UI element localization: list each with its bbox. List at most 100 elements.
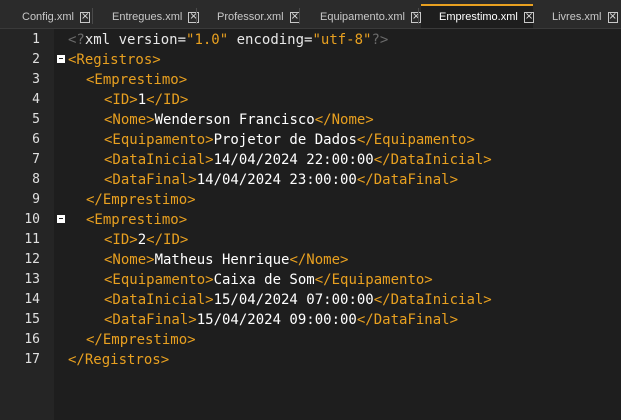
token-tag-open: <DataFinal> <box>104 312 197 328</box>
line-number: 4 <box>32 92 40 107</box>
token-tag-close: </Nome> <box>314 112 374 128</box>
tab-livres[interactable]: Livres.xml × <box>546 6 621 28</box>
token-tag-close: </DataInicial> <box>373 292 492 308</box>
line-number-gutter: 1 2 3 4 5 6 7 8 9 10 11 12 13 14 15 16 1… <box>0 29 54 420</box>
token-tag-open: <ID> <box>104 92 138 108</box>
fold-collapse-icon[interactable] <box>57 55 65 63</box>
token-string: "1.0" <box>186 32 229 48</box>
token-tag: </Emprestimo> <box>86 192 196 208</box>
token-tag-open: <DataInicial> <box>104 292 214 308</box>
line-number: 17 <box>24 352 40 367</box>
line-number: 11 <box>24 232 40 247</box>
line-number: 2 <box>32 52 40 67</box>
code-line: <Emprestimo> <box>86 70 187 90</box>
code-line: <DataFinal>14/04/2024 23:00:00</DataFina… <box>104 170 458 190</box>
token-text: 1 <box>137 92 147 108</box>
token-tag-close: </DataFinal> <box>356 172 459 188</box>
code-line: <Nome>Matheus Henrique</Nome> <box>104 250 348 270</box>
code-line: <DataInicial>15/04/2024 07:00:00</DataIn… <box>104 290 492 310</box>
token-tag-close: </Equipamento> <box>356 132 475 148</box>
token-text: Caixa de Som <box>213 272 315 288</box>
line-number: 9 <box>32 192 40 207</box>
close-icon[interactable]: × <box>607 11 618 23</box>
token-tag-close: </Equipamento> <box>314 272 433 288</box>
tab-label: Livres.xml <box>552 11 602 23</box>
token-tag-open: <DataInicial> <box>104 152 214 168</box>
fold-margin <box>54 29 68 420</box>
tab-separator <box>196 8 197 24</box>
token-text: 14/04/2024 22:00:00 <box>213 152 374 168</box>
tab-label: Equipamento.xml <box>320 11 405 23</box>
tab-emprestimo[interactable]: Emprestimo.xml × <box>421 4 535 28</box>
close-icon[interactable]: × <box>79 11 91 23</box>
code-line: <Equipamento>Caixa de Som</Equipamento> <box>104 270 433 290</box>
line-number: 6 <box>32 132 40 147</box>
token-tag: <Emprestimo> <box>86 212 188 228</box>
line-number: 10 <box>24 212 40 227</box>
tab-config[interactable]: Config.xml × <box>16 6 93 28</box>
token-tag-close: </Nome> <box>289 252 349 268</box>
token-string: "utf-8" <box>312 32 372 48</box>
code-line: <Nome>Wenderson Francisco</Nome> <box>104 110 374 130</box>
fold-collapse-icon[interactable] <box>57 215 65 223</box>
tab-professor[interactable]: Professor.xml × <box>211 6 301 28</box>
line-number: 5 <box>32 112 40 127</box>
token-tag: </Emprestimo> <box>86 332 196 348</box>
code-line: <ID>2</ID> <box>104 230 188 250</box>
token-tag-open: <Equipamento> <box>104 132 214 148</box>
token-text: 15/04/2024 07:00:00 <box>213 292 374 308</box>
line-number: 16 <box>24 332 40 347</box>
token-tag-open: <Equipamento> <box>104 272 214 288</box>
code-line: <?xml version="1.0" encoding="utf-8"?> <box>68 30 388 50</box>
token-text: Wenderson Francisco <box>154 112 315 128</box>
tab-label: Professor.xml <box>217 11 284 23</box>
line-number: 1 <box>32 32 40 47</box>
token-tag-open: <DataFinal> <box>104 172 197 188</box>
line-number: 12 <box>24 252 40 267</box>
line-number: 14 <box>24 292 40 307</box>
code-line: <Registros> <box>68 50 161 70</box>
token-tag: <Registros> <box>68 52 161 68</box>
token-text: 2 <box>137 232 147 248</box>
code-line: </Emprestimo> <box>86 190 196 210</box>
token-tag: </Registros> <box>68 352 170 368</box>
tab-separator <box>92 8 93 24</box>
token-text: 14/04/2024 23:00:00 <box>196 172 357 188</box>
code-line: </Registros> <box>68 350 169 370</box>
tab-equipamento[interactable]: Equipamento.xml × <box>314 6 422 28</box>
token-tag: <Emprestimo> <box>86 72 188 88</box>
token-text: 15/04/2024 09:00:00 <box>196 312 357 328</box>
close-icon[interactable]: × <box>523 11 535 23</box>
token-tag-open: <Nome> <box>104 112 155 128</box>
code-line: <Emprestimo> <box>86 210 187 230</box>
code-editor[interactable]: <?xml version="1.0" encoding="utf-8"?> <… <box>68 29 621 420</box>
code-line: <DataFinal>15/04/2024 09:00:00</DataFina… <box>104 310 458 330</box>
token-text: Projetor de Dados <box>213 132 357 148</box>
line-number: 15 <box>24 312 40 327</box>
code-line: </Emprestimo> <box>86 330 196 350</box>
token-tag-close: </ID> <box>146 232 189 248</box>
line-number: 3 <box>32 72 40 87</box>
line-number: 8 <box>32 172 40 187</box>
code-line: <Equipamento>Projetor de Dados</Equipame… <box>104 130 475 150</box>
token-pi-open: <? <box>68 32 85 48</box>
tab-label: Entregues.xml <box>112 11 183 23</box>
token-tag-close: </DataFinal> <box>356 312 459 328</box>
token-pi-name: xml <box>84 32 111 48</box>
token-tag-close: </ID> <box>146 92 189 108</box>
token-pi-close: ?> <box>371 32 389 48</box>
tab-entregues[interactable]: Entregues.xml × <box>106 6 199 28</box>
close-icon[interactable]: × <box>188 11 199 23</box>
token-tag-close: </DataInicial> <box>373 152 492 168</box>
tab-bar: Config.xml × Entregues.xml × Professor.x… <box>0 0 621 29</box>
code-line: <DataInicial>14/04/2024 22:00:00</DataIn… <box>104 150 492 170</box>
close-icon[interactable]: × <box>411 11 422 23</box>
token-attr: encoding= <box>228 32 313 48</box>
token-text: Matheus Henrique <box>154 252 290 268</box>
tab-separator <box>418 8 419 24</box>
line-number: 7 <box>32 152 40 167</box>
tab-label: Config.xml <box>22 11 74 23</box>
tab-label: Emprestimo.xml <box>439 11 518 23</box>
code-line: <ID>1</ID> <box>104 90 188 110</box>
tab-separator <box>299 8 300 24</box>
